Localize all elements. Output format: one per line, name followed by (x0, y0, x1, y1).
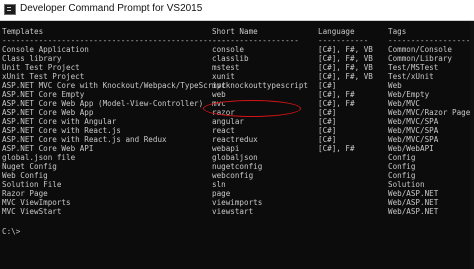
short-name: page (212, 189, 231, 198)
short-name: mvcknockouttypescript (212, 81, 309, 90)
template-name: MVC ViewImports (2, 198, 71, 207)
short-name: web (212, 90, 226, 99)
tags: Common/Library (388, 54, 453, 63)
short-name: angular (212, 117, 245, 126)
tags: Config (388, 171, 416, 180)
tags: Config (388, 162, 416, 171)
short-name: viewstart (212, 207, 254, 216)
command-prompt-icon (4, 4, 16, 15)
template-name: Razor Page (2, 189, 48, 198)
language: [C#], F#, VB (318, 63, 373, 72)
tags: Web/WebAPI (388, 144, 434, 153)
short-name: viewimports (212, 198, 263, 207)
short-name: nugetconfig (212, 162, 263, 171)
template-name: ASP.NET Core Empty (2, 90, 85, 99)
tags: Solution (388, 180, 425, 189)
separator-short-name: ------------------- (212, 36, 299, 45)
short-name: globaljson (212, 153, 258, 162)
language: [C#] (318, 126, 337, 135)
language: [C#], F#, VB (318, 45, 373, 54)
template-name: ASP.NET Core with React.js and Redux (2, 135, 167, 144)
short-name: webapi (212, 144, 240, 153)
header-templates: Templates (2, 27, 44, 36)
language: [C#], F# (318, 144, 355, 153)
tags: Test/xUnit (388, 72, 434, 81)
console-output[interactable]: Templates Short Name Language Tags -----… (0, 21, 474, 269)
language: [C#] (318, 135, 337, 144)
prompt-text: C:\> (2, 227, 21, 236)
template-name: ASP.NET Core with Angular (2, 117, 117, 126)
separator-language: ----------- (318, 36, 369, 45)
tags: Test/MSTest (388, 63, 439, 72)
short-name: webconfig (212, 171, 254, 180)
tags: Web/MVC/SPA (388, 135, 439, 144)
table-separator: ----------------------------------------… (2, 36, 474, 45)
tags: Web/Empty (388, 90, 430, 99)
template-name: Web Config (2, 171, 48, 180)
command-prompt-line[interactable]: C:\> (2, 227, 29, 236)
separator-templates: ----------------------------------------… (2, 36, 227, 45)
tags: Web/ASP.NET (388, 198, 439, 207)
template-name: ASP.NET Core with React.js (2, 126, 121, 135)
short-name: console (212, 45, 245, 54)
tags: Common/Console (388, 45, 453, 54)
tags: Web/MVC (388, 99, 421, 108)
template-name: global.json file (2, 153, 76, 162)
table-header: Templates Short Name Language Tags (2, 27, 406, 36)
window-title: Developer Command Prompt for VS2015 (20, 3, 203, 14)
template-name: ASP.NET Core Web App (Model-View-Control… (2, 99, 204, 108)
language: [C#], F# (318, 90, 355, 99)
template-name: Solution File (2, 180, 62, 189)
separator-tags: -------------------- (388, 36, 474, 45)
header-short-name: Short Name (212, 27, 258, 36)
short-name: sln (212, 180, 226, 189)
highlight-circle (203, 100, 301, 117)
template-name: Unit Test Project (2, 63, 80, 72)
command-prompt-window: Developer Command Prompt for VS2015 Temp… (0, 0, 474, 269)
template-name: xUnit Test Project (2, 72, 85, 81)
template-name: Nuget Config (2, 162, 57, 171)
language: [C#] (318, 117, 337, 126)
language: [C#], F#, VB (318, 72, 373, 81)
header-language: Language (318, 27, 355, 36)
tags: Config (388, 153, 416, 162)
template-name: ASP.NET Core Web App (2, 108, 94, 117)
language: [C#], F# (318, 99, 355, 108)
tags: Web/ASP.NET (388, 207, 439, 216)
header-tags: Tags (388, 27, 407, 36)
template-name: MVC ViewStart (2, 207, 62, 216)
template-name: Console Application (2, 45, 89, 54)
template-name: ASP.NET Core Web API (2, 144, 94, 153)
tags: Web/ASP.NET (388, 189, 439, 198)
language: [C#] (318, 81, 337, 90)
language: [C#], F#, VB (318, 54, 373, 63)
template-name: ASP.NET MVC Core with Knockout/Webpack/T… (2, 81, 227, 90)
short-name: reactredux (212, 135, 258, 144)
tags: Web/MVC/SPA (388, 126, 439, 135)
short-name: classlib (212, 54, 249, 63)
short-name: react (212, 126, 235, 135)
console-scrollbar[interactable] (470, 21, 474, 269)
short-name: mstest (212, 63, 240, 72)
template-name: Class library (2, 54, 62, 63)
language: [C#] (318, 108, 337, 117)
tags: Web/MVC/SPA (388, 117, 439, 126)
title-bar[interactable]: Developer Command Prompt for VS2015 (0, 0, 474, 21)
tags: Web (388, 81, 402, 90)
short-name: xunit (212, 72, 235, 81)
tags: Web/MVC/Razor Pages (388, 108, 474, 117)
